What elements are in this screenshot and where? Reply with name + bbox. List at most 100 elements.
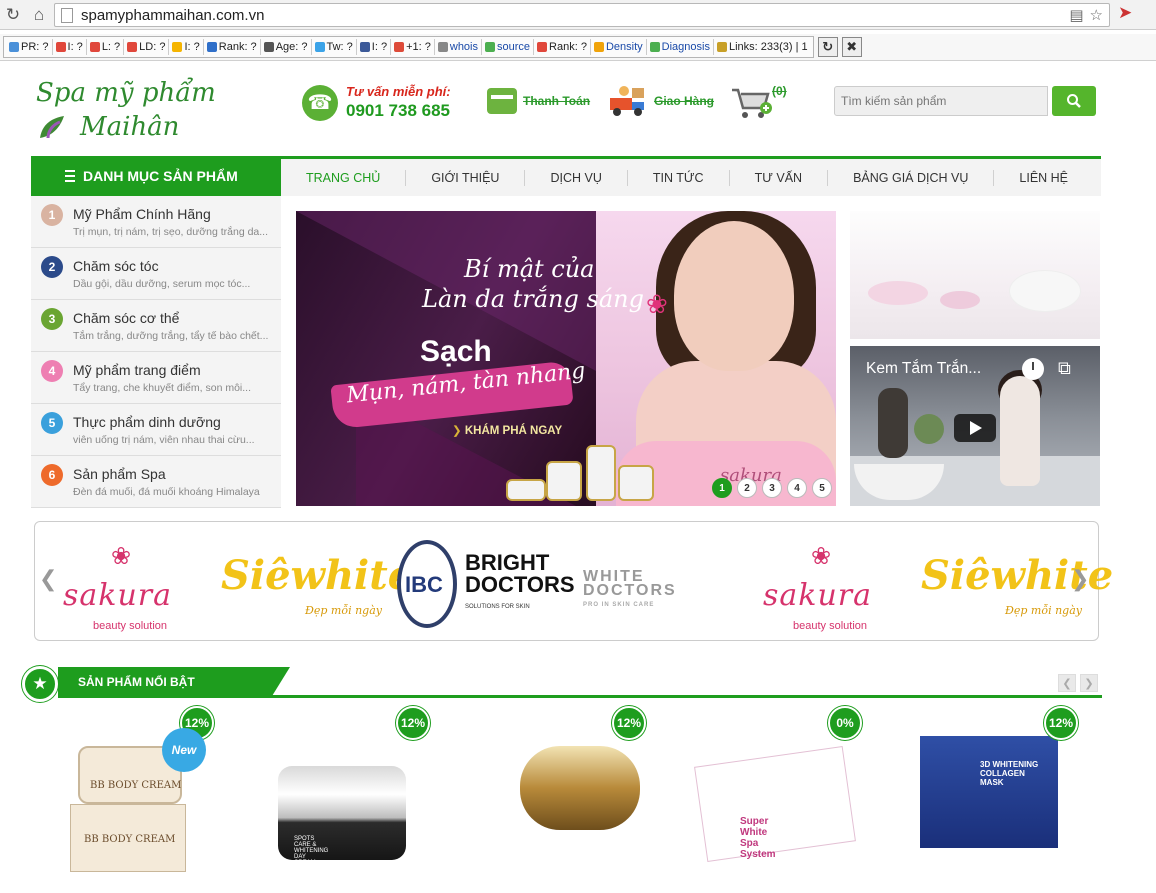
hero-banner[interactable]: ❀ Bí mật của Làn da trắng sáng Sạch Mụn,… xyxy=(296,211,836,506)
category-item-4[interactable]: 4 Mỹ phẩm trang điểm Tẩy trang, che khuyết… xyxy=(31,352,281,404)
side-promo-image[interactable] xyxy=(850,211,1100,339)
hotline-number: 0901 738 685 xyxy=(346,101,450,120)
seo-item[interactable]: whois xyxy=(435,39,482,55)
site-logo[interactable]: Spa mỹ phẩm Maihân xyxy=(34,76,244,146)
delivery-truck-icon xyxy=(610,86,644,116)
seo-item[interactable]: PR: ? xyxy=(6,39,53,55)
browser-address-bar: ↻ ⌂ spamyphammaihan.com.vn ▤ ☆ ➤ xyxy=(0,0,1156,30)
category-title: Mỹ phẩm trang điểm xyxy=(73,362,201,378)
slide-dot-4[interactable]: 4 xyxy=(787,478,807,498)
category-menu-toggle[interactable]: DANH MỤC SẢN PHẨM xyxy=(31,156,281,196)
seo-item[interactable]: L: ? xyxy=(87,39,125,55)
seo-item-label: +1: ? xyxy=(406,41,431,53)
refresh-icon[interactable]: ↻ xyxy=(817,37,838,57)
featured-section-header: SẢN PHẨM NỔI BẬT ★ ❮ ❯ xyxy=(22,664,1102,702)
payment-link[interactable]: Thanh Toán xyxy=(487,88,590,114)
featured-products: 12% New BB BODY CREAM BB BODY CREAM 12% … xyxy=(40,706,1102,893)
close-icon[interactable]: ✖ xyxy=(841,37,862,57)
search-icon xyxy=(1067,94,1081,108)
featured-prev-icon[interactable]: ❮ xyxy=(1058,674,1076,692)
play-button[interactable] xyxy=(954,414,996,442)
search-input[interactable] xyxy=(834,86,1048,116)
url-input[interactable]: spamyphammaihan.com.vn ▤ ☆ xyxy=(54,3,1110,27)
nav-item-1[interactable]: TRANG CHỦ xyxy=(281,169,407,186)
watch-later-icon[interactable] xyxy=(1022,358,1044,380)
category-number-badge: 6 xyxy=(41,464,63,486)
slide-dot-1[interactable]: 1 xyxy=(712,478,732,498)
translate-icon[interactable]: ▤ xyxy=(1069,6,1083,24)
seo-item[interactable]: Age: ? xyxy=(261,39,312,55)
category-number-badge: 4 xyxy=(41,360,63,382)
nav-item-2[interactable]: GIỚI THIỆU xyxy=(406,169,526,186)
nav-item-6[interactable]: BẢNG GIÁ DỊCH VỤ xyxy=(828,169,995,186)
seo-item[interactable]: +1: ? xyxy=(391,39,435,55)
seo-tool-icon xyxy=(593,42,604,52)
slide-dot-3[interactable]: 3 xyxy=(762,478,782,498)
seo-item[interactable]: Links: 233(3) | 1 xyxy=(714,39,811,55)
delivery-link[interactable]: Giao Hàng xyxy=(608,84,714,118)
seo-item[interactable]: LD: ? xyxy=(124,39,170,55)
nav-item-7[interactable]: LIÊN HỆ xyxy=(994,170,1093,186)
category-item-1[interactable]: 1 Mỹ Phẩm Chính Hãng Trị mụn, trị nám, trị… xyxy=(31,196,281,248)
seo-item[interactable]: I: ? xyxy=(169,39,204,55)
rocket-icon[interactable]: ➤ xyxy=(1118,3,1132,23)
seo-item[interactable]: I: ? xyxy=(357,39,392,55)
category-number-badge: 3 xyxy=(41,308,63,330)
product-image xyxy=(920,736,1058,848)
carousel-next-icon[interactable]: ❯ xyxy=(1071,566,1089,592)
hotline[interactable]: ☎ Tư vấn miễn phí: 0901 738 685 xyxy=(302,84,451,121)
category-title: Sản phẩm Spa xyxy=(73,466,166,482)
nav-item-4[interactable]: TIN TỨC xyxy=(628,169,730,186)
seo-item[interactable]: Tw: ? xyxy=(312,39,357,55)
seo-item[interactable]: Rank: ? xyxy=(204,39,261,55)
brand-logo-bright-doctors[interactable]: BRIGHT DOCTORS SOLUTIONS FOR SKIN xyxy=(465,552,575,618)
payment-label: Thanh Toán xyxy=(523,94,591,108)
brand-logo-sakura[interactable]: ❀ sakura beauty solution xyxy=(45,532,215,632)
seo-item[interactable]: Diagnosis xyxy=(647,39,714,55)
nav-item-3[interactable]: DỊCH VỤ xyxy=(525,169,628,186)
seo-item-label: whois xyxy=(449,41,478,53)
brand-logo-white-doctors[interactable]: WHITE DOCTORS PRO IN SKIN CARE xyxy=(583,569,677,612)
bookmark-star-icon[interactable]: ☆ xyxy=(1090,6,1103,24)
nav-item-5[interactable]: TƯ VẤN xyxy=(730,169,829,186)
slide-dot-2[interactable]: 2 xyxy=(737,478,757,498)
share-icon[interactable]: ⧉ xyxy=(1058,358,1071,379)
seo-item-label: I: ? xyxy=(371,41,388,53)
video-title: Kem Tắm Trắn... xyxy=(866,360,982,377)
category-item-5[interactable]: 5 Thực phẩm dinh dưỡng viên uống trị nám, … xyxy=(31,404,281,456)
flower-icon: ❀ xyxy=(646,289,668,319)
brand-logo-sakura-2[interactable]: ❀ sakura beauty solution xyxy=(745,532,915,632)
product-card-5[interactable]: 12% 3D WHITENING COLLAGEN MASK xyxy=(40,706,1078,893)
seo-tool-icon xyxy=(437,42,448,52)
search-button[interactable] xyxy=(1052,86,1096,116)
cart-button[interactable]: (0) xyxy=(730,84,790,122)
seo-item[interactable]: Density xyxy=(591,39,647,55)
seo-item[interactable]: Rank: ? xyxy=(534,39,591,55)
category-sidebar: 1 Mỹ Phẩm Chính Hãng Trị mụn, trị nám, trị… xyxy=(31,196,281,508)
featured-next-icon[interactable]: ❯ xyxy=(1080,674,1098,692)
hotline-label: Tư vấn miễn phí: xyxy=(346,84,451,99)
seo-tool-icon xyxy=(359,42,370,52)
banner-headline: Sạch xyxy=(420,335,492,368)
category-item-2[interactable]: 2 Chăm sóc tóc Dầu gội, dầu dưỡng, serum m… xyxy=(31,248,281,300)
seo-item[interactable]: I: ? xyxy=(53,39,87,55)
product-label: Super White Spa System xyxy=(740,816,776,860)
discount-badge: 0% xyxy=(828,706,862,740)
home-icon[interactable]: ⌂ xyxy=(26,2,52,28)
slider-pagination: 12345 xyxy=(712,478,832,498)
brand-logo-siewhite-2[interactable]: Siêwhite Đẹp mỗi ngày xyxy=(921,532,1113,632)
brand-logo-siewhite[interactable]: Siêwhite Đẹp mỗi ngày xyxy=(221,532,413,632)
new-badge: New xyxy=(162,728,206,772)
category-title: Thực phẩm dinh dưỡng xyxy=(73,414,221,430)
category-item-3[interactable]: 3 Chăm sóc cơ thể Tắm trắng, dưỡng trắng, … xyxy=(31,300,281,352)
category-subtitle: Tẩy trang, che khuyết điểm, son môi... xyxy=(73,382,251,394)
seo-item[interactable]: source xyxy=(482,39,535,55)
category-item-6[interactable]: 6 Sản phẩm Spa Đèn đá muối, đá muối khoáng… xyxy=(31,456,281,508)
seo-tool-icon xyxy=(394,42,405,52)
slide-dot-5[interactable]: 5 xyxy=(812,478,832,498)
reload-icon[interactable]: ↻ xyxy=(0,2,26,28)
video-player[interactable]: Kem Tắm Trắn... ⧉ xyxy=(850,346,1100,506)
brand-logo-ibc[interactable]: IBC xyxy=(397,540,457,628)
star-icon: ★ xyxy=(22,666,58,702)
seo-tool-icon xyxy=(9,42,19,52)
